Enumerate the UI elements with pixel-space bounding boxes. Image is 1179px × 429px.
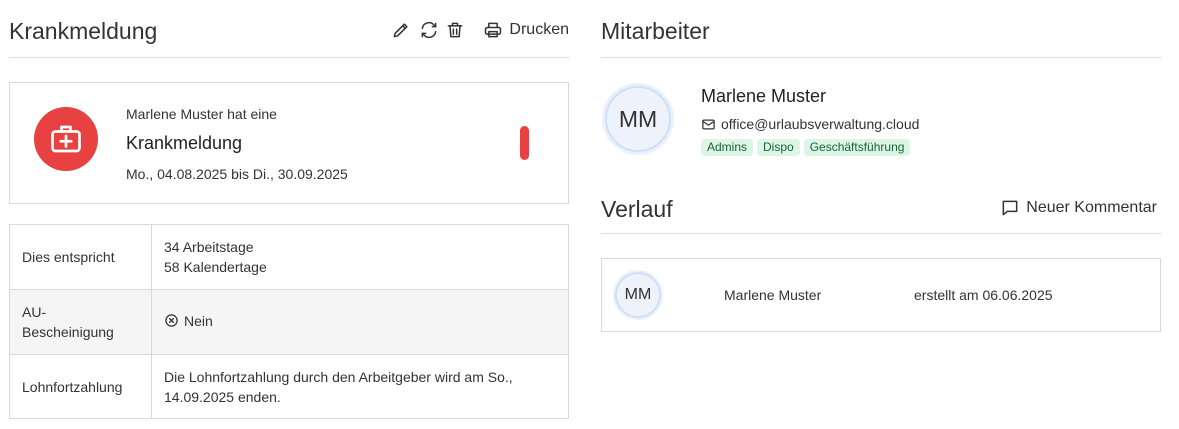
pay-value: Die Lohnfortzahlung durch den Arbeitgebe… [151,354,569,419]
pencil-icon [394,23,409,38]
trash-icon [448,22,463,38]
au-value-text: Nein [184,312,213,329]
pay-text-line2: 14.09.2025 enden. [164,388,281,405]
work-days: 34 Arbeitstage [164,239,254,255]
toolbar: Drucken [391,20,569,40]
refresh-icon [422,21,437,39]
equivalent-label: Dies entspricht [9,224,152,290]
avatar: MM [615,272,661,318]
print-button[interactable]: Drucken [483,20,569,40]
sick-note-card: Marlene Muster hat eine Krankmeldung Mo.… [9,82,569,204]
history-entry: MM Marlene Muster erstellt am 06.06.2025 [601,258,1161,332]
medical-bag-icon [34,107,98,171]
email-text: office@urlaubsverwaltung.cloud [721,116,920,132]
sick-note-details-table: Dies entspricht 34 Arbeitstage 58 Kalend… [9,224,569,419]
table-row: Lohnfortzahlung Die Lohnfortzahlung durc… [9,354,569,419]
tag-dispo: Dispo [757,139,800,156]
sick-note-intro: Marlene Muster hat eine [126,106,277,122]
pay-text-line1: Die Lohnfortzahlung durch den Arbeitgebe… [164,368,513,385]
employee-panel: Mitarbeiter MM Marlene Muster office@url… [601,0,1161,332]
calendar-days: 58 Kalendertage [164,259,267,275]
avatar: MM [605,86,671,152]
table-row: AU- Bescheinigung Nein [9,289,569,355]
delete-button[interactable] [445,20,465,40]
history-header: Verlauf Neuer Kommentar [601,176,1161,234]
role-tags: Admins Dispo Geschäftsführung [701,139,914,156]
sick-note-panel: Krankmeldung Drucken Marlene Muster hat … [9,0,569,419]
pay-label: Lohnfortzahlung [9,354,152,419]
employee-header: Mitarbeiter [601,0,1161,58]
employee-title: Mitarbeiter [601,18,710,44]
table-row: Dies entspricht 34 Arbeitstage 58 Kalend… [9,224,569,290]
au-label: AU- Bescheinigung [9,289,152,355]
circle-x-icon [165,314,178,327]
new-comment-button[interactable]: Neuer Kommentar [1000,198,1157,218]
refresh-button[interactable] [419,20,439,40]
status-indicator [520,126,529,160]
au-value: Nein [151,289,569,355]
history-user: Marlene Muster [724,287,822,303]
tag-admins: Admins [701,139,754,156]
sick-note-type: Krankmeldung [126,133,243,153]
printer-icon [485,22,502,38]
edit-button[interactable] [391,20,411,40]
employee-email[interactable]: office@urlaubsverwaltung.cloud [701,116,919,132]
sick-note-dates: Mo., 04.08.2025 bis Di., 30.09.2025 [126,166,348,182]
sick-note-header: Krankmeldung Drucken [9,0,569,58]
speech-bubble-icon [1002,200,1018,216]
au-label-line1: AU- [22,304,47,320]
equivalent-value: 34 Arbeitstage 58 Kalendertage [151,224,569,290]
print-label: Drucken [509,21,569,38]
mail-icon [702,119,715,129]
history-title: Verlauf [601,196,673,222]
history-action: erstellt am 06.06.2025 [914,287,1053,303]
au-label-line2: Bescheinigung [22,324,114,340]
page-title: Krankmeldung [9,18,158,44]
employee-name[interactable]: Marlene Muster [701,86,826,107]
tag-management: Geschäftsführung [803,139,911,156]
new-comment-label: Neuer Kommentar [1026,199,1157,216]
